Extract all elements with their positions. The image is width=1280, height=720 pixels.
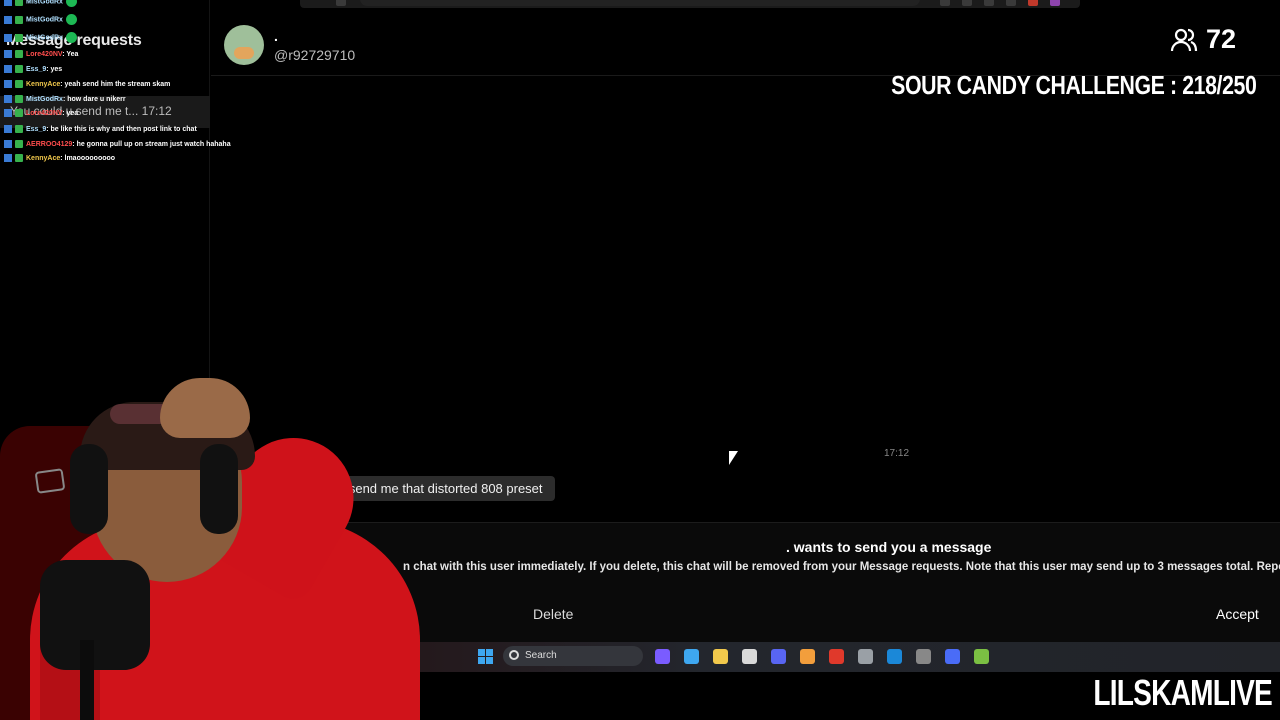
chat-username: MistGodRx xyxy=(26,34,63,42)
store-icon[interactable] xyxy=(713,649,728,664)
headphone-right-icon xyxy=(200,444,238,534)
subscriber-badge-icon xyxy=(15,95,23,104)
conversation-name[interactable]: . xyxy=(274,28,278,44)
chat-message: Ess_9: be like this is why and then post… xyxy=(4,124,197,136)
subscriber-badge-icon xyxy=(15,109,23,118)
chat-message: MistGodRx xyxy=(4,0,77,8)
conversation-header xyxy=(211,0,1280,76)
chat-username: Ess_9 xyxy=(26,66,47,73)
brave-icon[interactable] xyxy=(800,649,815,664)
request-description: n chat with this user immediately. If yo… xyxy=(403,561,1280,573)
chat-badge-icon xyxy=(4,140,12,149)
app-icon[interactable] xyxy=(887,649,902,664)
message-timestamp: 17:12 xyxy=(884,448,910,459)
chat-text: : Yea xyxy=(62,51,79,58)
viewer-count: 72 xyxy=(1206,24,1237,54)
chat-username: KennyAce xyxy=(26,155,61,162)
chat-username: Lore420NV xyxy=(26,110,63,117)
chat-text: : be like this is why and then post link… xyxy=(46,126,197,133)
chat-text: : yeah send him the stream skam xyxy=(60,81,171,88)
channel-watermark: LILSKAMLIVE xyxy=(1093,672,1272,713)
subscriber-badge-icon xyxy=(15,33,23,42)
search-icon xyxy=(509,650,519,660)
file-explorer-icon[interactable] xyxy=(684,649,699,664)
chat-text: : yes xyxy=(46,66,63,73)
taskbar-search-label: Search xyxy=(525,650,557,661)
chat-username: Ess_9 xyxy=(26,126,47,133)
chat-username: KennyAce xyxy=(26,81,61,88)
subscriber-badge-icon xyxy=(15,80,23,89)
chat-username: AERROO4129 xyxy=(26,141,73,148)
windows-start-icon[interactable] xyxy=(478,649,493,664)
spotify-icon xyxy=(65,32,77,43)
chat-text: : yea xyxy=(62,110,79,117)
obs-icon[interactable] xyxy=(829,649,844,664)
conversation-handle[interactable]: @r92729710 xyxy=(274,47,355,63)
chat-message: KennyAce: lmaooooooooo xyxy=(4,153,115,165)
challenge-counter: SOUR CANDY CHALLENGE : 218/250 xyxy=(890,70,1257,100)
subscriber-badge-icon xyxy=(15,125,23,134)
chat-message: AERROO4129: he gonna pull up on stream j… xyxy=(4,139,231,151)
subscriber-badge-icon xyxy=(15,50,23,59)
chat-message: MistGodRx: how dare u nikerr xyxy=(4,94,126,106)
delete-button[interactable]: Delete xyxy=(533,606,573,622)
chat-username: MistGodRx xyxy=(26,96,63,103)
viewers-icon xyxy=(1170,28,1198,51)
chat-message: Lore420NV: yea xyxy=(4,108,78,120)
chat-badge-icon xyxy=(4,15,12,24)
accept-button[interactable]: Accept xyxy=(1216,606,1259,622)
chat-badge-icon xyxy=(4,109,12,118)
chat-text: : lmaooooooooo xyxy=(60,155,116,162)
chat-badge-icon xyxy=(4,95,12,104)
avatar[interactable] xyxy=(224,25,264,65)
microphone-icon xyxy=(40,560,150,670)
bluestacks-icon[interactable] xyxy=(945,649,960,664)
chat-badge-icon xyxy=(4,65,12,74)
copilot-icon[interactable] xyxy=(655,649,670,664)
spotify-icon xyxy=(65,0,77,7)
chat-text: : how dare u nikerr xyxy=(62,96,126,103)
chat-badge-icon xyxy=(4,50,12,59)
chat-text: : he gonna pull up on stream just watch … xyxy=(72,141,231,148)
chat-badge-icon xyxy=(4,80,12,89)
chat-badge-icon xyxy=(4,154,12,163)
request-title: . wants to send you a message xyxy=(786,539,992,555)
chat-message: KennyAce: yeah send him the stream skam xyxy=(4,79,170,91)
taskbar-search[interactable] xyxy=(503,646,643,666)
subscriber-badge-icon xyxy=(15,140,23,149)
mic-stand xyxy=(80,640,94,720)
chat-message: MistGodRx xyxy=(4,32,77,44)
stream-screen: You could u send me t... 17:12 Message r… xyxy=(0,0,1280,720)
subscriber-badge-icon xyxy=(15,65,23,74)
subscriber-badge-icon xyxy=(15,154,23,163)
fl-studio-icon[interactable] xyxy=(771,649,786,664)
chat-badge-icon xyxy=(4,125,12,134)
chat-badge-icon xyxy=(4,0,12,6)
chat-message: Ess_9: yes xyxy=(4,64,62,76)
4k-downloader-icon[interactable] xyxy=(916,649,931,664)
headphone-left-icon xyxy=(70,444,108,534)
chair-logo-icon xyxy=(34,468,66,494)
discord-icon[interactable] xyxy=(742,649,757,664)
notepad-icon[interactable] xyxy=(974,649,989,664)
chat-username: Lore420NV xyxy=(26,51,63,58)
chat-username: MistGodRx xyxy=(26,0,63,6)
mouse-cursor-icon xyxy=(729,451,738,465)
chat-message: MistGodRx xyxy=(4,14,77,26)
subscriber-badge-icon xyxy=(15,0,23,6)
spotify-icon xyxy=(65,14,77,25)
chat-message: Lore420NV: Yea xyxy=(4,49,78,61)
chat-username: MistGodRx xyxy=(26,16,63,24)
chat-badge-icon xyxy=(4,33,12,42)
viewer-counter: 72 xyxy=(1170,24,1236,55)
subscriber-badge-icon xyxy=(15,15,23,24)
steam-icon[interactable] xyxy=(858,649,873,664)
